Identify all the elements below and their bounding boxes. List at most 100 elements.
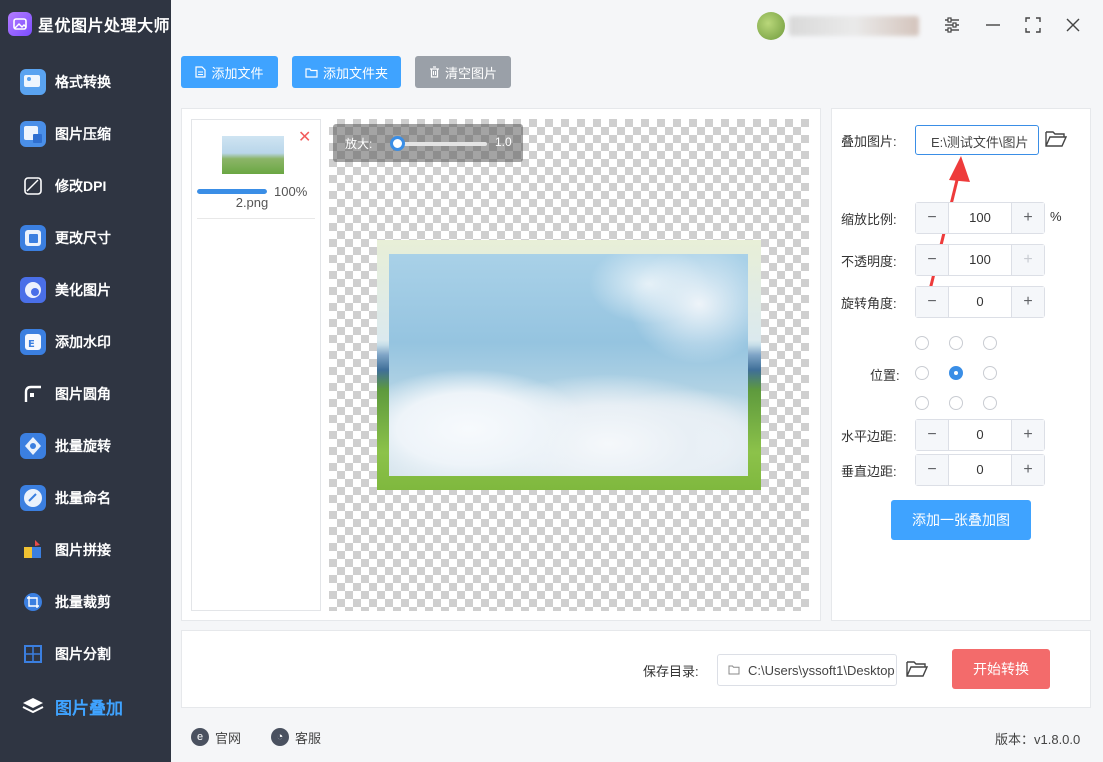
scale-label: 缩放比例:	[841, 212, 897, 227]
sidebar-item-label: 批量裁剪	[55, 594, 111, 610]
position-middle-right-radio[interactable]	[983, 366, 997, 380]
overlay-image-label: 叠加图片:	[841, 134, 897, 149]
minimize-icon[interactable]	[981, 13, 1005, 37]
scale-increase-button[interactable]: +	[1011, 203, 1044, 233]
sidebar-item-format-convert[interactable]: 格式转换	[0, 56, 171, 108]
add-file-label: 添加文件	[211, 65, 264, 81]
sidebar-item-label: 批量旋转	[55, 438, 111, 454]
h-margin-input[interactable]: 0	[949, 420, 1011, 450]
sidebar-item-crop[interactable]: 批量裁剪	[0, 576, 171, 628]
save-dir-path: C:\Users\yssoft1\Desktop	[748, 662, 895, 678]
crop-icon	[20, 589, 46, 615]
position-top-center-radio[interactable]	[949, 336, 963, 350]
sidebar-item-image-compress[interactable]: 图片压缩	[0, 108, 171, 160]
close-icon[interactable]	[1061, 13, 1085, 37]
sidebar-item-split[interactable]: 图片分割	[0, 628, 171, 680]
zoom-control: 放大: 1.0	[333, 124, 523, 162]
zoom-label: 放大:	[345, 137, 373, 151]
sidebar-item-label: 美化图片	[55, 282, 111, 298]
save-dir-field[interactable]: C:\Users\yssoft1\Desktop	[717, 654, 897, 686]
v-margin-input[interactable]: 0	[949, 455, 1011, 485]
app-logo-icon	[8, 12, 32, 36]
settings-icon[interactable]	[940, 13, 964, 37]
round-corner-icon	[20, 381, 46, 407]
website-label: 官网	[215, 730, 242, 746]
v-margin-decrease-button[interactable]: −	[916, 455, 949, 485]
support-link[interactable]: ◔ 客服	[271, 727, 321, 747]
version-label: 版本：v1.8.0.0	[995, 732, 1081, 747]
start-convert-button[interactable]: 开始转换	[952, 649, 1050, 689]
add-folder-label: 添加文件夹	[322, 65, 388, 81]
zoom-value: 1.0	[495, 135, 512, 149]
format-convert-icon	[20, 69, 46, 95]
save-dir-label: 保存目录:	[643, 664, 699, 679]
title-bar	[171, 0, 1103, 50]
add-folder-button[interactable]: 添加文件夹	[292, 56, 401, 88]
sidebar-item-beautify[interactable]: 美化图片	[0, 264, 171, 316]
opacity-increase-button[interactable]: +	[1011, 245, 1044, 275]
h-margin-increase-button[interactable]: +	[1011, 420, 1044, 450]
h-margin-decrease-button[interactable]: −	[916, 420, 949, 450]
list-item[interactable]: ✕ 100% 2.png	[192, 120, 320, 220]
sidebar-item-rename[interactable]: 批量命名	[0, 472, 171, 524]
position-middle-center-radio[interactable]	[949, 366, 963, 380]
website-link[interactable]: e 官网	[191, 727, 241, 747]
zoom-slider-track[interactable]	[397, 142, 487, 146]
sidebar-item-label: 图片压缩	[55, 126, 111, 142]
split-icon	[20, 641, 46, 667]
scale-unit: %	[1050, 209, 1062, 224]
beautify-icon	[20, 277, 46, 303]
position-top-right-radio[interactable]	[983, 336, 997, 350]
file-name: 2.png	[235, 195, 269, 210]
sidebar-item-layers[interactable]: 图片叠加	[0, 680, 171, 732]
position-bottom-left-radio[interactable]	[915, 396, 929, 410]
scale-input[interactable]: 100	[949, 203, 1011, 233]
rotation-label: 旋转角度:	[841, 296, 897, 311]
puzzle-icon	[20, 537, 46, 563]
clear-images-label: 清空图片	[444, 65, 497, 81]
image-compress-icon	[20, 121, 46, 147]
opacity-decrease-button[interactable]: −	[916, 245, 949, 275]
position-bottom-right-radio[interactable]	[983, 396, 997, 410]
support-label: 客服	[295, 730, 322, 746]
sidebar-item-watermark[interactable]: E 添加水印	[0, 316, 171, 368]
folder-outline-icon	[728, 665, 740, 675]
avatar[interactable]	[757, 12, 785, 40]
sidebar-item-label: 更改尺寸	[55, 230, 111, 246]
sidebar-item-round-corner[interactable]: 图片圆角	[0, 368, 171, 420]
zoom-slider-handle[interactable]	[390, 136, 405, 151]
file-progress-bar	[197, 189, 267, 194]
vertical-margin-label: 垂直边距:	[841, 464, 897, 479]
add-file-button[interactable]: 添加文件	[181, 56, 278, 88]
progress-fill	[197, 189, 267, 194]
user-name-blurred[interactable]	[789, 16, 919, 36]
save-folder-icon[interactable]	[906, 660, 929, 680]
sidebar-item-label: 图片分割	[55, 646, 111, 662]
file-thumbnail[interactable]	[222, 136, 284, 174]
watermark-icon: E	[20, 329, 46, 355]
sidebar-item-resize[interactable]: 更改尺寸	[0, 212, 171, 264]
clear-images-button[interactable]: 清空图片	[415, 56, 511, 88]
sidebar-item-puzzle[interactable]: 图片拼接	[0, 524, 171, 576]
position-middle-left-radio[interactable]	[915, 366, 929, 380]
add-overlay-button[interactable]: 添加一张叠加图	[891, 500, 1031, 540]
remove-file-icon[interactable]: ✕	[298, 130, 311, 146]
v-margin-increase-button[interactable]: +	[1011, 455, 1044, 485]
scale-decrease-button[interactable]: −	[916, 203, 949, 233]
rotation-decrease-button[interactable]: −	[916, 287, 949, 317]
rotation-input[interactable]: 0	[949, 287, 1011, 317]
rotation-increase-button[interactable]: +	[1011, 287, 1044, 317]
rotate-icon	[20, 433, 46, 459]
sidebar-item-dpi[interactable]: 修改DPI	[0, 160, 171, 212]
sidebar-item-rotate[interactable]: 批量旋转	[0, 420, 171, 472]
position-bottom-center-radio[interactable]	[949, 396, 963, 410]
maximize-icon[interactable]	[1021, 13, 1045, 37]
horizontal-margin-stepper: − 0 +	[915, 419, 1045, 451]
opacity-label: 不透明度:	[841, 254, 897, 269]
svg-text:E: E	[28, 339, 35, 350]
opacity-input[interactable]: 100	[949, 245, 1011, 275]
sidebar-item-label: 图片叠加	[55, 698, 123, 718]
overlay-image-preview[interactable]	[389, 254, 748, 476]
position-top-left-radio[interactable]	[915, 336, 929, 350]
overlay-folder-icon[interactable]	[1045, 130, 1068, 150]
